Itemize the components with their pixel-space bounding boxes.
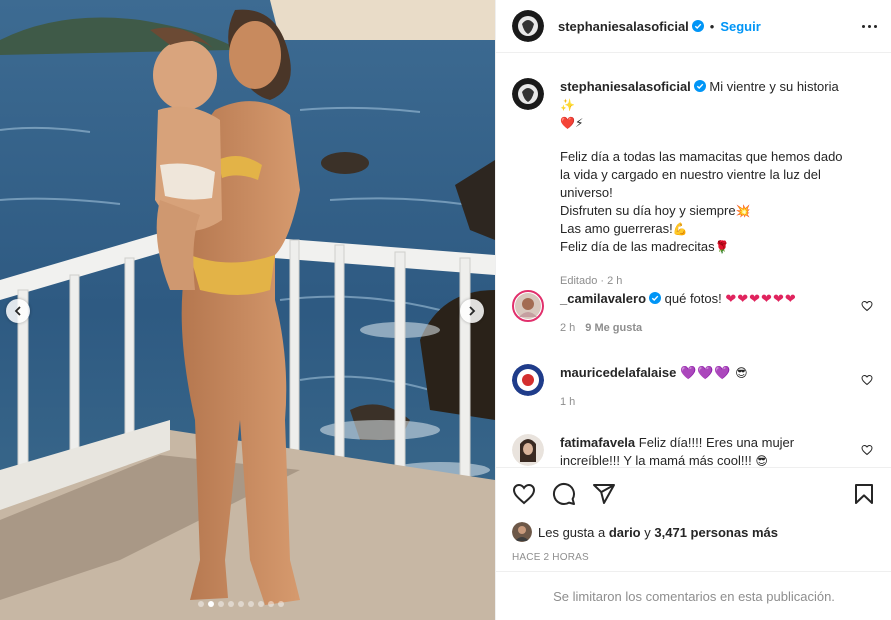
commenter-avatar[interactable] [512, 290, 544, 322]
carousel-dot [278, 601, 284, 607]
heart-icon[interactable] [861, 374, 873, 386]
verified-icon [649, 292, 662, 304]
carousel-indicator [198, 601, 284, 607]
verified-icon [693, 80, 706, 92]
likes-count[interactable]: 3,471 personas más [654, 525, 778, 540]
likes-user[interactable]: dario [609, 525, 641, 540]
author-avatar[interactable] [512, 10, 544, 42]
post-photo [0, 0, 495, 620]
muscle-emoji: 💪 [672, 222, 688, 236]
caption-title: Mi vientre y su historia [709, 79, 839, 94]
caption-line: Feliz día de las madrecitas [560, 239, 715, 254]
caption-line: Las amo guerreras! [560, 221, 673, 236]
post-media[interactable] [0, 0, 495, 620]
carousel-dot [198, 601, 204, 607]
comment-time: 2 h [560, 322, 576, 334]
comment-item: mauricedelafalaise 💜💜💜 😎 1 h [512, 364, 876, 411]
verified-icon [691, 20, 704, 32]
comment-item: fatimafavela Feliz día!!!! Eres una muje… [512, 434, 876, 466]
comments-section[interactable]: stephaniesalasoficial Mi vientre y su hi… [496, 54, 891, 466]
caption-line: Feliz día a todas las mamacitas que hemo… [560, 149, 843, 200]
sparkle-emoji: ✨ [560, 98, 575, 112]
purple-hearts-emoji: 💜💜💜 [679, 366, 732, 381]
liker-avatar[interactable] [512, 522, 532, 542]
save-button[interactable] [852, 482, 876, 506]
chevron-right-icon [469, 306, 476, 316]
post-timestamp: HACE 2 HORAS [512, 552, 589, 563]
previous-photo-button[interactable] [6, 299, 30, 323]
carousel-dot [218, 601, 224, 607]
carousel-dot [268, 601, 274, 607]
carousel-dot [228, 601, 234, 607]
author-avatar[interactable] [512, 78, 544, 110]
hearts-emoji: ❤❤❤❤❤❤ [725, 292, 797, 307]
comment-username[interactable]: mauricedelafalaise [560, 365, 676, 380]
share-button[interactable] [592, 482, 616, 506]
post-header: stephaniesalasoficial • Seguir [496, 0, 891, 53]
comment-username[interactable]: _camilavalero [560, 291, 646, 306]
carousel-dot-active [208, 601, 214, 607]
caption-username[interactable]: stephaniesalasoficial [560, 79, 691, 94]
post-actions: Les gusta a dario y 3,471 personas más H… [496, 467, 891, 568]
comment-body: _camilavalero qué fotos! ❤❤❤❤❤❤ 2 h 9 Me… [560, 290, 850, 337]
follow-button[interactable]: Seguir [720, 19, 760, 34]
like-button[interactable] [512, 482, 536, 506]
commenter-avatar[interactable] [512, 364, 544, 396]
chevron-left-icon [14, 306, 21, 316]
heart-icon [512, 483, 536, 505]
carousel-dot [248, 601, 254, 607]
likes-summary[interactable]: Les gusta a dario y 3,471 personas más [496, 520, 891, 544]
sunglasses-emoji: 😎 [755, 454, 768, 466]
comment-body: mauricedelafalaise 💜💜💜 😎 1 h [560, 364, 850, 411]
sunglasses-emoji: 😎 [735, 366, 748, 380]
comment-time: 1 h [560, 396, 576, 408]
more-icon[interactable] [862, 24, 877, 28]
caption-body: stephaniesalasoficial Mi vientre y su hi… [560, 78, 850, 290]
share-icon [593, 484, 615, 504]
rose-emoji: 🌹 [714, 240, 730, 254]
caption-line: Disfruten su día hoy y siempre [560, 203, 736, 218]
likes-prefix: Les gusta a [538, 524, 606, 540]
caption-meta: Editado · 2 h [560, 275, 623, 287]
commenter-avatar[interactable] [512, 434, 544, 466]
header-separator: • [709, 18, 715, 34]
carousel-dot [258, 601, 264, 607]
boom-emoji: 💥 [735, 204, 751, 218]
comment-username[interactable]: fatimafavela [560, 435, 635, 450]
comments-limited-notice: Se limitaron los comentarios en esta pub… [496, 571, 891, 620]
post-sidebar: stephaniesalasoficial • Seguir stephanie… [495, 0, 891, 620]
comment-item: _camilavalero qué fotos! ❤❤❤❤❤❤ 2 h 9 Me… [512, 290, 876, 337]
heart-bolt-emoji: ❤️⚡ [560, 116, 584, 130]
caption: stephaniesalasoficial Mi vientre y su hi… [512, 78, 876, 290]
comment-icon [552, 482, 575, 505]
next-photo-button[interactable] [460, 299, 484, 323]
bookmark-icon [855, 484, 873, 504]
heart-icon[interactable] [861, 300, 873, 312]
comment-text: qué fotos! [664, 291, 722, 306]
likes-connector: y [644, 524, 651, 540]
carousel-dot [238, 601, 244, 607]
comment-likes-count[interactable]: 9 Me gusta [585, 319, 642, 337]
comment-button[interactable] [552, 482, 576, 506]
heart-icon[interactable] [861, 444, 873, 456]
author-username[interactable]: stephaniesalasoficial [558, 19, 689, 34]
comment-body: fatimafavela Feliz día!!!! Eres una muje… [560, 434, 850, 466]
